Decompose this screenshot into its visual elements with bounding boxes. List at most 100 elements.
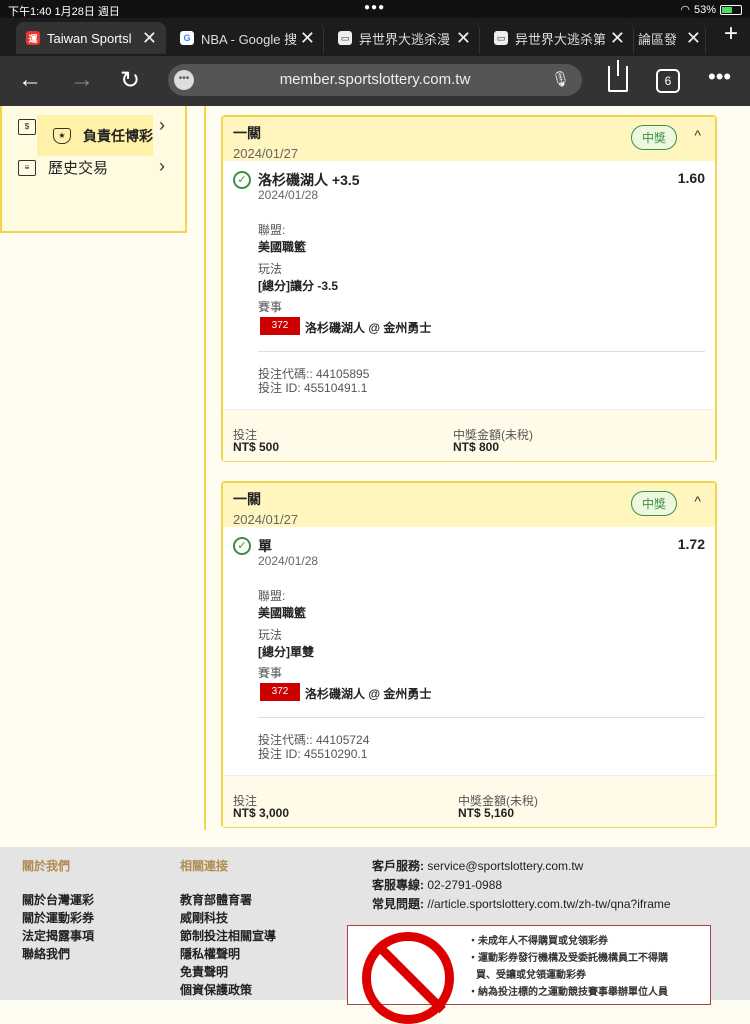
close-tab-icon[interactable]: ✕ — [453, 28, 471, 49]
bet-card: 一關 2024/01/27 中獎 ^ ✓ 單 1.72 2024/01/28 聯… — [221, 481, 717, 828]
bet-card-header[interactable]: 一關 2024/01/27 中獎 ^ — [223, 117, 715, 161]
odds: 1.72 — [677, 536, 705, 552]
bet-details: ✓ 洛杉磯湖人 +3.5 1.60 2024/01/28 聯盟: 美國職籃 玩法… — [223, 161, 715, 410]
footer-link[interactable]: 聯絡我們 — [22, 945, 70, 962]
no-minors-icon — [362, 932, 454, 1024]
withdraw-icon: $ — [18, 118, 36, 135]
browser-toolbar: ← → ↻ ••• member.sportslottery.com.tw 🎙 … — [0, 56, 750, 106]
status-badge: 中獎 — [630, 125, 677, 150]
chevron-right-icon: › — [159, 115, 165, 135]
payout-value: NT$ 800 — [453, 440, 500, 454]
more-options-icon[interactable]: ••• — [708, 64, 731, 90]
tab-comic-2[interactable]: ▭ 异世界大逃杀第 ✕ — [484, 22, 634, 54]
close-tab-icon[interactable]: ✕ — [139, 28, 157, 49]
footer-link[interactable]: 威剛科技 — [180, 909, 228, 926]
footer-link[interactable]: 節制投注相關宣導 — [180, 927, 276, 944]
page-menu-icon[interactable]: ••• — [174, 70, 194, 90]
close-tab-icon[interactable]: ✕ — [297, 28, 315, 49]
close-tab-icon[interactable]: ✕ — [683, 28, 701, 49]
warning-line: ・運動彩券發行機構及受委託機構員工不得購 — [468, 953, 668, 964]
footer-link[interactable]: 法定揭露事項 — [22, 927, 94, 944]
history-icon: ≡ — [18, 159, 36, 176]
warning-line: ・納為投注標的之運動競技賽事舉辦單位人員 — [468, 987, 668, 998]
bet-card: 一關 2024/01/27 中獎 ^ ✓ 洛杉磯湖人 +3.5 1.60 202… — [221, 115, 717, 462]
status-badge: 中獎 — [630, 491, 677, 516]
menu-item-responsible-gaming[interactable]: ★ 負責任博彩 › — [37, 115, 153, 156]
market-label: 玩法 — [258, 628, 283, 642]
divider — [258, 351, 705, 352]
market-value: [總分]單雙 — [258, 645, 314, 659]
battery-percent: 53% — [693, 3, 716, 16]
chevron-right-icon: › — [159, 156, 165, 176]
bet-id: 投注 ID: 45510491.1 — [258, 381, 368, 395]
selection-date: 2024/01/28 — [258, 188, 319, 202]
reload-icon[interactable]: ↻ — [120, 66, 140, 95]
customer-service-email: 客戶服務: service@sportslottery.com.tw — [372, 859, 584, 873]
footer-link[interactable]: 教育部體育署 — [180, 891, 252, 908]
age-warning-banner: ・未成年人不得購買或兌領彩券 ・運動彩券發行機構及受委託機構員工不得購 買、受讓… — [347, 925, 711, 1024]
share-icon[interactable] — [608, 60, 628, 92]
market-value: [總分]讓分 -3.5 — [258, 279, 339, 293]
about-heading: 關於我們 — [22, 859, 71, 873]
footer-link[interactable]: 隱私權聲明 — [180, 945, 240, 962]
league-value: 美國職籃 — [258, 240, 307, 254]
status-bar: 下午1:40 1月28日 週日 ●●● ◠ 53% — [0, 0, 750, 18]
tab-bar: 運 Taiwan Sportsl ✕ G NBA - Google 搜 ✕ ▭ … — [0, 18, 750, 56]
league-label: 聯盟: — [258, 589, 286, 603]
odds: 1.60 — [677, 170, 705, 186]
related-heading: 相關連接 — [180, 859, 229, 873]
tab-comic-1[interactable]: ▭ 异世界大逃杀漫 ✕ — [328, 22, 480, 54]
stake-value: NT$ 500 — [233, 440, 280, 454]
footer-link[interactable]: 關於運動彩券 — [22, 909, 94, 926]
tab-forum[interactable]: 論區發 ✕ — [636, 22, 706, 54]
close-tab-icon[interactable]: ✕ — [607, 28, 625, 49]
market-label: 玩法 — [258, 262, 283, 276]
event-number-badge: 372 — [260, 317, 300, 335]
comic-site-icon: ▭ — [338, 31, 352, 45]
warning-line: 買、受讓或兌領運動彩券 — [476, 970, 586, 981]
comic-site-icon: ▭ — [494, 31, 508, 45]
status-time: 下午1:40 1月28日 週日 — [8, 6, 120, 18]
event-label: 賽事 — [258, 666, 283, 680]
bet-details: ✓ 單 1.72 2024/01/28 聯盟: 美國職籃 玩法 [總分]單雙 賽… — [223, 527, 715, 776]
microphone-icon[interactable]: 🎙 — [551, 64, 570, 96]
footer-link[interactable]: 關於台灣運彩 — [22, 891, 94, 908]
bet-date: 2024/01/27 — [233, 146, 299, 161]
address-bar[interactable]: ••• member.sportslottery.com.tw 🎙 — [168, 64, 582, 96]
wifi-icon: ◠ — [680, 4, 690, 16]
sportslottery-icon: 運 — [26, 31, 40, 45]
multitask-dots-icon[interactable]: ●●● — [364, 2, 385, 13]
footer-link[interactable]: 個資保護政策 — [180, 981, 252, 998]
url-text: member.sportslottery.com.tw — [279, 71, 471, 88]
league-label: 聯盟: — [258, 223, 286, 237]
event-name: 洛杉磯湖人 @ 金州勇士 — [305, 687, 432, 701]
faq-link: 常見問題: //article.sportslottery.com.tw/zh-… — [372, 897, 671, 911]
warning-line: ・未成年人不得購買或兌領彩券 — [468, 936, 608, 947]
menu-item-label: 負責任博彩 — [83, 127, 153, 144]
chevron-up-icon[interactable]: ^ — [694, 493, 701, 509]
new-tab-icon[interactable]: + — [724, 20, 738, 48]
tab-count-button[interactable]: 6 — [656, 69, 680, 93]
bet-date: 2024/01/27 — [233, 512, 299, 527]
selection-name: 洛杉磯湖人 +3.5 — [258, 172, 360, 188]
tab-sportslottery[interactable]: 運 Taiwan Sportsl ✕ — [16, 22, 166, 54]
chevron-right-icon: › — [127, 124, 133, 144]
tab-google[interactable]: G NBA - Google 搜 ✕ — [170, 22, 324, 54]
footer-link[interactable]: 免責聲明 — [180, 963, 228, 980]
payout-value: NT$ 5,160 — [458, 806, 515, 820]
chevron-up-icon[interactable]: ^ — [694, 127, 701, 143]
bet-summary: 投注 NT$ 3,000 中獎金額(未稅) NT$ 5,160 — [223, 775, 715, 827]
forward-arrow-icon[interactable]: → — [70, 66, 94, 94]
google-icon: G — [180, 31, 194, 45]
event-number-badge: 372 — [260, 683, 300, 701]
bet-card-header[interactable]: 一關 2024/01/27 中獎 ^ — [223, 483, 715, 527]
event-label: 賽事 — [258, 300, 283, 314]
stake-value: NT$ 3,000 — [233, 806, 290, 820]
check-circle-icon: ✓ — [233, 537, 251, 555]
bet-id: 投注 ID: 45510290.1 — [258, 747, 368, 761]
customer-service-hotline: 客服專線: 02-2791-0988 — [372, 878, 503, 892]
account-side-menu: $ 出金 › ≡ 歷史交易 › ★ 負責任博彩 › — [0, 106, 187, 233]
back-arrow-icon[interactable]: ← — [18, 66, 42, 94]
selection-date: 2024/01/28 — [258, 554, 319, 568]
selection-name: 單 — [258, 538, 272, 554]
